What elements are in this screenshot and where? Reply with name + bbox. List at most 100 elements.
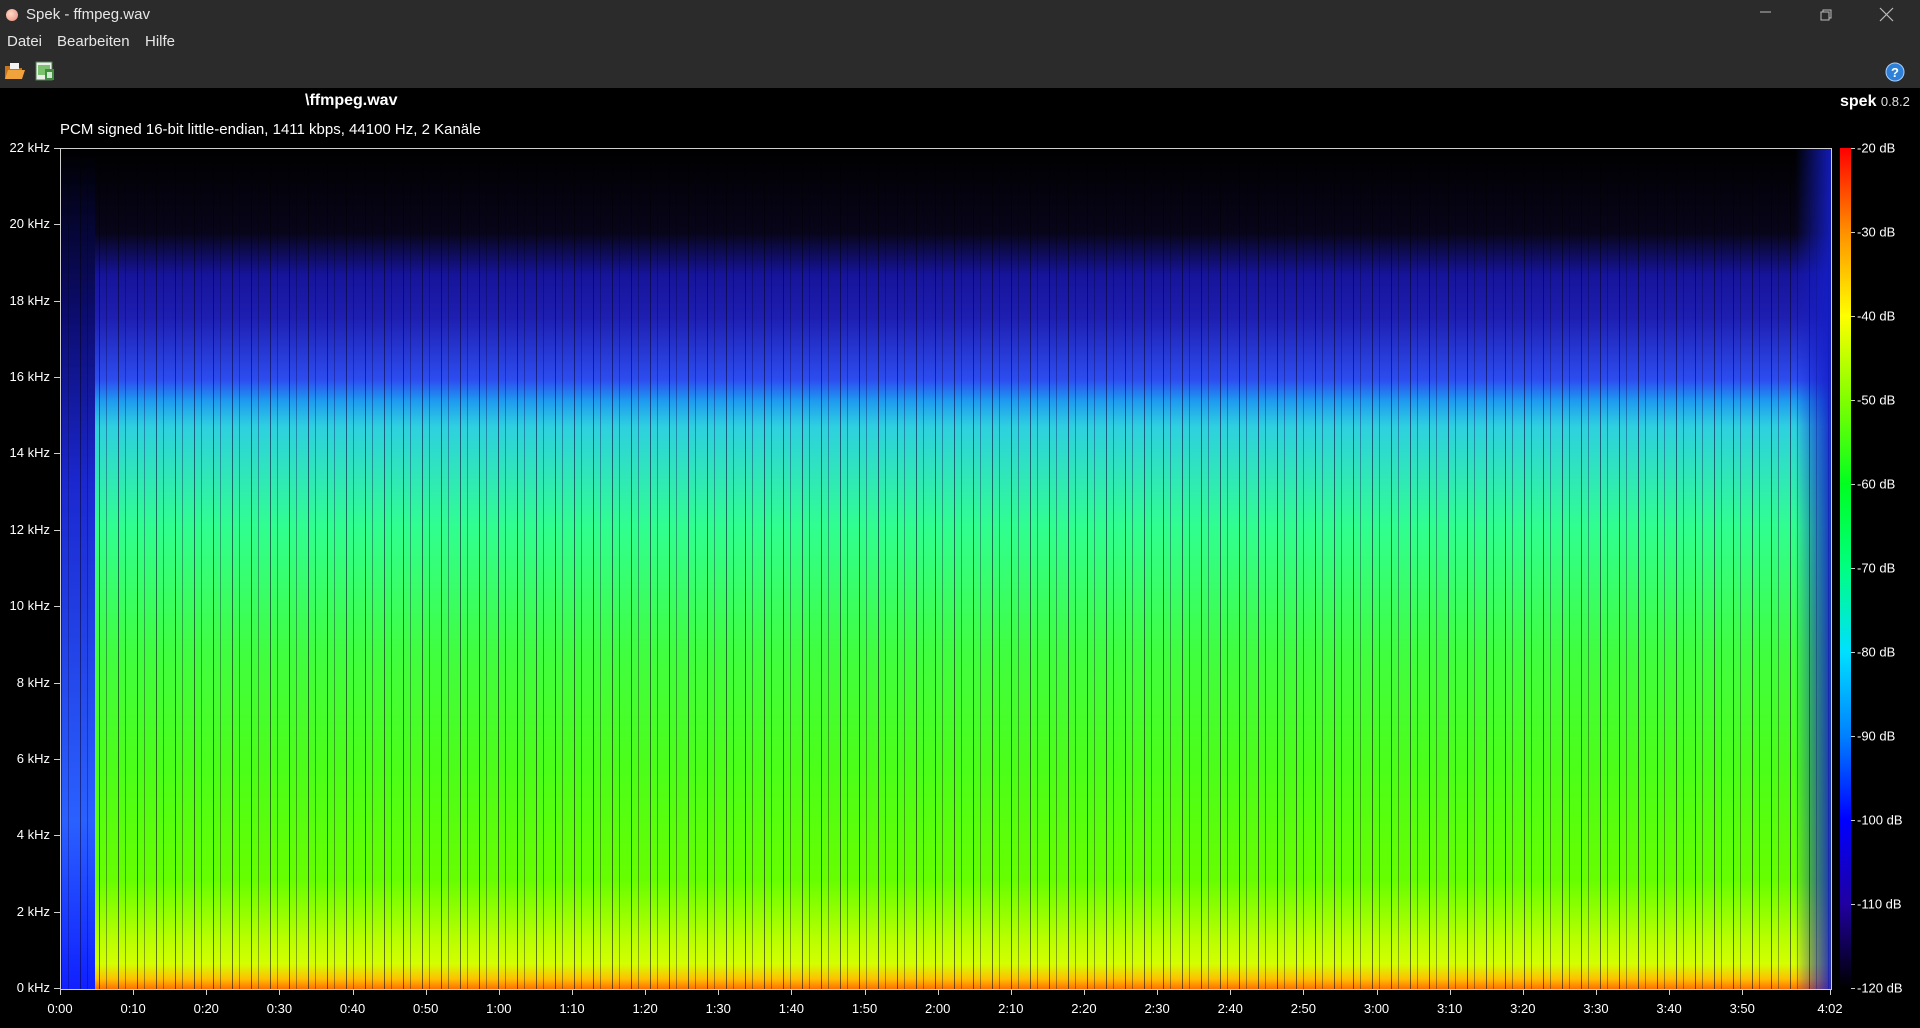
- x-tick-label: 0:50: [413, 1001, 439, 1016]
- db-scale-mark: [1851, 568, 1855, 569]
- help-icon: ?: [1885, 62, 1905, 82]
- x-tick-label: 3:50: [1729, 1001, 1755, 1016]
- toolbar: ?: [0, 55, 1920, 88]
- x-tick-label: 2:00: [925, 1001, 951, 1016]
- x-tick-mark: [1522, 989, 1524, 995]
- db-scale-label: -20 dB: [1857, 140, 1896, 156]
- db-scale-label: -50 dB: [1857, 392, 1896, 408]
- x-tick-label: 3:30: [1583, 1001, 1609, 1016]
- x-tick-mark: [791, 989, 793, 995]
- x-tick-mark: [1830, 989, 1831, 995]
- x-tick-label: 0:40: [339, 1001, 366, 1016]
- db-scale-mark: [1851, 232, 1855, 233]
- restore-button[interactable]: [1797, 0, 1855, 30]
- db-scale-label: -60 dB: [1857, 476, 1896, 492]
- x-tick-mark: [279, 989, 281, 995]
- y-tick-label: 20 kHz: [9, 216, 50, 232]
- brand-version: 0.8.2: [1880, 94, 1910, 109]
- time-axis: 0:00 0:10 0:20 0:30 0:40 0:50 1:00 1:10 1:20 1:30…: [0, 989, 1920, 1028]
- file-name: \ffmpeg.wav: [305, 92, 398, 109]
- x-tick-label: 2:30: [1144, 1001, 1170, 1016]
- close-button[interactable]: [1857, 0, 1915, 30]
- db-scale-label: -70 dB: [1857, 560, 1896, 576]
- db-scale-label: -30 dB: [1857, 224, 1896, 240]
- y-tick-label: 16 kHz: [9, 369, 50, 385]
- frequency-axis: 22 kHz 20 kHz 18 kHz 16 kHz 14 kHz 12 kHz 10 k…: [0, 0, 60, 1028]
- db-scale-mark: [1851, 652, 1855, 653]
- restore-icon: [1820, 9, 1832, 21]
- x-tick-mark: [425, 989, 427, 995]
- db-scale-mark: [1851, 148, 1855, 149]
- x-tick-mark: [1669, 989, 1671, 995]
- x-tick-mark: [498, 989, 500, 995]
- stream-info: PCM signed 16-bit little-endian, 1411 kb…: [60, 121, 481, 138]
- x-tick-mark: [60, 989, 61, 995]
- x-tick-mark: [352, 989, 354, 995]
- x-tick-mark: [718, 989, 720, 995]
- x-tick-label: 1:40: [778, 1001, 805, 1016]
- db-scale-mark: [1851, 904, 1855, 905]
- x-tick-mark: [1230, 989, 1232, 995]
- brand: spek 0.8.2: [1840, 93, 1910, 111]
- x-tick-mark: [571, 989, 573, 995]
- x-tick-label: 2:10: [998, 1001, 1024, 1016]
- x-tick-mark: [1083, 989, 1085, 995]
- db-scale-label: -110 dB: [1857, 896, 1902, 912]
- x-tick-mark: [1742, 989, 1744, 995]
- db-scale-mark: [1851, 736, 1855, 737]
- x-tick-label: 2:40: [1217, 1001, 1243, 1016]
- y-tick-label: 22 kHz: [9, 140, 50, 155]
- help-button[interactable]: ?: [1885, 62, 1905, 82]
- db-scale-label: -120 dB: [1857, 980, 1903, 996]
- x-tick-label: 0:00: [47, 1001, 73, 1016]
- svg-text:?: ?: [1891, 65, 1899, 80]
- x-tick-label: 4:02: [1817, 1001, 1843, 1016]
- db-scale-mark: [1851, 820, 1855, 821]
- x-tick-label: 2:20: [1071, 1001, 1097, 1016]
- x-tick-label: 1:00: [486, 1001, 512, 1016]
- x-tick-label: 0:30: [266, 1001, 293, 1016]
- db-scale-mark: [1851, 316, 1855, 317]
- y-tick-label: 4 kHz: [16, 827, 50, 843]
- y-tick-label: 6 kHz: [16, 750, 50, 766]
- x-tick-label: 0:10: [120, 1001, 146, 1016]
- brand-name: spek: [1840, 93, 1877, 110]
- y-tick-label: 10 kHz: [9, 598, 50, 614]
- minimize-button[interactable]: [1737, 0, 1795, 30]
- y-tick-label: 12 kHz: [9, 521, 50, 537]
- spectrogram-texture: [61, 149, 1831, 989]
- x-tick-label: 1:50: [851, 1001, 878, 1016]
- x-tick-label: 3:00: [1363, 1001, 1390, 1016]
- db-scale-mark: [1851, 484, 1855, 485]
- x-tick-mark: [864, 989, 866, 995]
- minimize-icon: [1760, 11, 1771, 13]
- y-tick-label: 18 kHz: [9, 292, 50, 308]
- title-bar: Spek - ffmpeg.wav: [0, 0, 1920, 30]
- y-tick-label: 8 kHz: [16, 674, 50, 690]
- menu-hilfe[interactable]: Hilfe: [145, 33, 175, 50]
- x-tick-mark: [1449, 989, 1451, 995]
- x-tick-label: 0:20: [193, 1001, 219, 1016]
- db-color-scale: [1840, 148, 1851, 988]
- x-tick-label: 1:10: [559, 1001, 585, 1016]
- y-tick-label: 14 kHz: [9, 445, 50, 461]
- x-tick-mark: [1376, 989, 1378, 995]
- x-tick-label: 3:40: [1656, 1001, 1682, 1016]
- close-icon: [1879, 7, 1894, 22]
- db-scale-label: -100 dB: [1857, 812, 1903, 828]
- x-tick-label: 1:30: [705, 1001, 731, 1016]
- y-tick-label: 2 kHz: [16, 903, 50, 919]
- x-tick-mark: [133, 989, 135, 995]
- x-tick-mark: [937, 989, 939, 995]
- x-tick-mark: [645, 989, 647, 995]
- db-scale-mark: [1851, 400, 1855, 401]
- menu-bearbeiten[interactable]: Bearbeiten: [57, 33, 130, 50]
- menu-bar: Datei Bearbeiten Hilfe: [0, 30, 1920, 55]
- db-scale-label: -80 dB: [1857, 644, 1896, 660]
- x-tick-label: 1:20: [632, 1001, 658, 1016]
- db-scale-label: -90 dB: [1857, 728, 1896, 744]
- spectrogram-plot: [60, 148, 1832, 990]
- x-tick-label: 3:10: [1437, 1001, 1463, 1016]
- spectrogram-outro-region: [1795, 149, 1831, 989]
- db-scale-label: -40 dB: [1857, 308, 1896, 324]
